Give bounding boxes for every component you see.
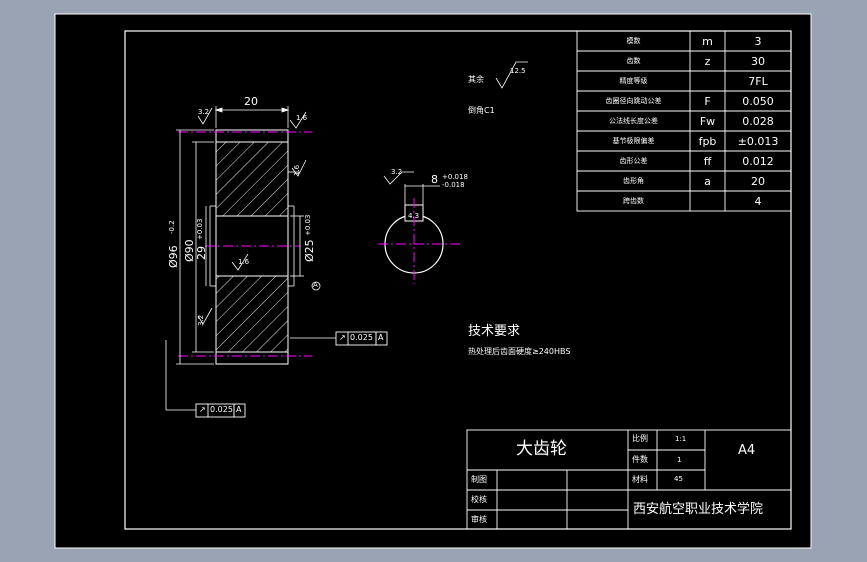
roughness-left-side: 3.2 [197, 314, 205, 326]
param-value: 3 [754, 35, 762, 48]
dim-tip-diameter: Ø96 [167, 245, 180, 268]
dim-tip-tol: -0.2 [168, 220, 176, 234]
hatch-bottom [215, 275, 289, 353]
param-symbol: a [704, 175, 711, 188]
dim-bore-tol: +0.03 [304, 214, 312, 236]
param-name: 跨齿数 [623, 197, 644, 205]
reviewed-by-label: 审核 [471, 515, 487, 524]
hatch-top [215, 141, 289, 217]
dim-width: 20 [244, 95, 258, 108]
param-symbol: m [702, 35, 713, 48]
scale-value: 1:1 [675, 435, 687, 443]
param-value: 30 [751, 55, 765, 68]
chamfer-note: 倒角C1 [468, 106, 495, 115]
roughness-left-top: 3.2 [198, 108, 210, 116]
param-name: 模数 [626, 37, 641, 45]
param-name: 齿形公差 [619, 157, 648, 165]
param-name: 基节极限偏差 [612, 137, 655, 145]
tech-req-line: 热处理后齿面硬度≥240HBS [468, 347, 571, 356]
param-value: ±0.013 [737, 135, 779, 148]
fcf-value-1: 0.025 [350, 333, 373, 342]
cad-drawing-viewport[interactable]: 模数 m 3 齿数 z 30 精度等级 7FL 齿圈径向跳动公差 F 0.050 公法线长度公差 Fw 0… [0, 0, 867, 562]
part-name: 大齿轮 [516, 439, 567, 459]
keyway-width: 8 [431, 173, 438, 186]
param-symbol: Fw [699, 115, 716, 128]
param-symbol: fpb [698, 135, 717, 148]
param-name: 公法线长度公差 [609, 117, 658, 125]
fcf-value-2: 0.025 [210, 405, 233, 414]
sheet-size: A4 [738, 443, 756, 458]
roughness-right-top: 1.6 [296, 114, 308, 122]
institution-name: 西安航空职业技术学院 [633, 502, 764, 517]
rest-label: 其余 [468, 75, 484, 84]
material-value: 45 [674, 475, 683, 483]
drawn-by-label: 制图 [471, 475, 487, 484]
roughness-bore: 1.6 [238, 258, 250, 266]
keyway-roughness: 3.2 [391, 168, 403, 176]
dim-bore: Ø25 [303, 239, 316, 262]
material-label: 材料 [632, 475, 648, 484]
param-name: 齿形角 [623, 177, 644, 185]
param-name: 齿数 [626, 57, 641, 65]
param-value: 4 [754, 195, 762, 208]
param-value: 7FL [748, 75, 768, 88]
fcf-datum-2: A [236, 405, 242, 414]
param-value: 0.050 [742, 95, 774, 108]
dim-outer-diameter: Ø90 [183, 239, 196, 262]
keyway-depth: 4.3 [408, 212, 420, 220]
quantity-label: 件数 [632, 455, 648, 464]
datum-marker-label: A [313, 281, 318, 289]
fcf-symbol-1: ↗ [339, 333, 346, 342]
scale-label: 比例 [632, 434, 648, 443]
keyway-tol: +0.018 -0.018 [442, 173, 468, 189]
fcf-symbol-2: ↗ [199, 405, 206, 414]
sheet-background [54, 13, 812, 549]
rest-roughness-value: 12.5 [510, 67, 526, 75]
param-value: 0.028 [742, 115, 774, 128]
param-symbol: z [704, 55, 711, 68]
param-symbol: F [704, 95, 711, 108]
param-value: 0.012 [742, 155, 774, 168]
tech-req-title: 技术要求 [468, 324, 521, 339]
quantity-value: 1 [677, 456, 682, 464]
roughness-right-face: 1.6 [293, 164, 301, 176]
param-symbol: ff [703, 155, 712, 168]
dim-pitch-tol: +0.03 [196, 218, 204, 240]
param-name: 齿圈径向跳动公差 [605, 97, 662, 105]
fcf-datum-1: A [378, 333, 384, 342]
param-name: 精度等级 [619, 77, 648, 85]
dim-pitch: 29 [195, 246, 208, 260]
param-value: 20 [751, 175, 765, 188]
checked-by-label: 校核 [471, 495, 487, 504]
